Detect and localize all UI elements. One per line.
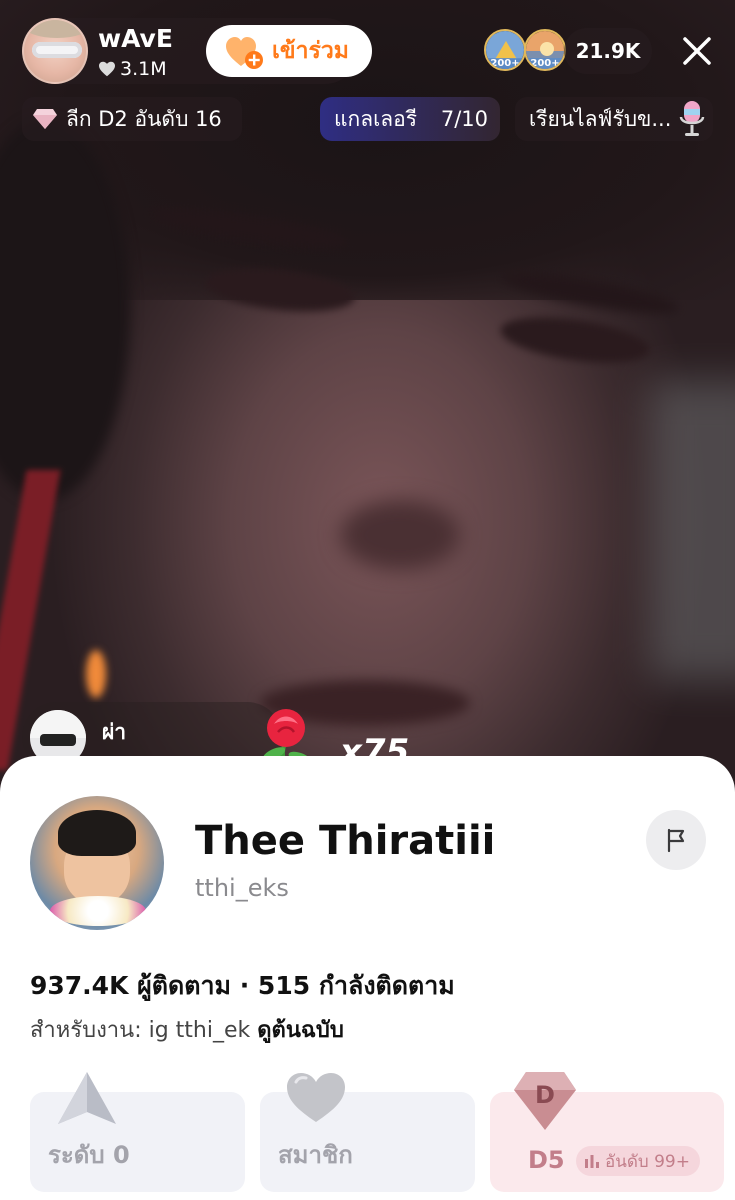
profile-avatar[interactable] [30, 796, 164, 930]
follow-stats[interactable]: 937.4K ผู้ติดตาม · 515 กำลังติดตาม [30, 966, 455, 1006]
host-name: wAvE [98, 24, 173, 53]
gallery-count: 7/10 [440, 107, 488, 131]
report-button[interactable] [646, 810, 706, 870]
gallery-label: แกลเลอรี [334, 106, 418, 131]
member-heart-icon [287, 1073, 345, 1122]
diamond-icon [33, 109, 57, 129]
viewer-badge-2: 200+ [526, 58, 564, 69]
close-button[interactable] [674, 28, 720, 74]
profile-sheet: Thee Thiratiii tthi_eks 937.4K ผู้ติดตาม… [0, 756, 735, 1200]
host-likes-count: 3.1M [120, 58, 167, 80]
host-info-pill[interactable]: wAvE 3.1M เข้าร่วม [22, 18, 372, 84]
d5-label: D5 [528, 1146, 565, 1174]
heart-plus-icon [224, 34, 263, 69]
level-label: ระดับ 0 [48, 1141, 130, 1169]
arrow-level-icon [58, 1072, 116, 1124]
join-label: เข้าร่วม [272, 38, 349, 64]
top-viewer-avatar-1[interactable]: 200+ [484, 29, 526, 71]
learn-live-label: เรียนไลฟ์รับข... [529, 106, 672, 131]
flag-icon [667, 828, 685, 853]
league-label: ลีก D2 อันดับ 16 [66, 106, 222, 131]
commenter-name: ผ่า [102, 720, 127, 744]
video-nose [340, 500, 460, 570]
member-card[interactable]: สมาชิก [260, 1073, 475, 1192]
close-icon [683, 37, 711, 65]
top-viewer-avatar-2[interactable]: 200+ [524, 29, 566, 71]
host-likes: 3.1M [98, 58, 167, 80]
microphone-icon [680, 101, 705, 136]
learn-live-chip[interactable]: เรียนไลฟ์รับข... [515, 97, 713, 141]
member-label: สมาชิก [278, 1141, 353, 1169]
join-button[interactable]: เข้าร่วม [206, 25, 372, 77]
bio-see-original-link[interactable]: ดูต้นฉบับ [257, 1018, 344, 1043]
bar-chart-icon [585, 1155, 599, 1168]
bio-text: สำหรับงาน: ig tthi_ek [30, 1018, 251, 1043]
d5-card[interactable]: D D5 อันดับ 99+ [490, 1072, 724, 1192]
gallery-chip[interactable]: แกลเลอรี 7/10 [320, 97, 500, 141]
rank-label: อันดับ 99+ [605, 1151, 690, 1172]
profile-handle: tthi_eks [195, 874, 289, 902]
profile-display-name: Thee Thiratiii [195, 818, 496, 864]
profile-bio: สำหรับงาน: ig tthi_ek ดูต้นฉบับ [30, 1012, 344, 1047]
svg-text:D: D [535, 1081, 555, 1109]
level-card[interactable]: ระดับ 0 [30, 1072, 245, 1192]
d-shield-icon: D [514, 1072, 576, 1130]
video-right-background [650, 380, 735, 680]
host-avatar[interactable] [22, 18, 88, 84]
rank-badge[interactable]: อันดับ 99+ [576, 1146, 700, 1176]
viewer-count[interactable]: 21.9K [564, 28, 652, 74]
league-chip[interactable]: ลีก D2 อันดับ 16 [22, 97, 242, 141]
video-orange-light [86, 650, 106, 698]
video-eye-right [497, 309, 653, 371]
heart-icon [99, 61, 115, 77]
viewer-badge-1: 200+ [486, 58, 524, 69]
